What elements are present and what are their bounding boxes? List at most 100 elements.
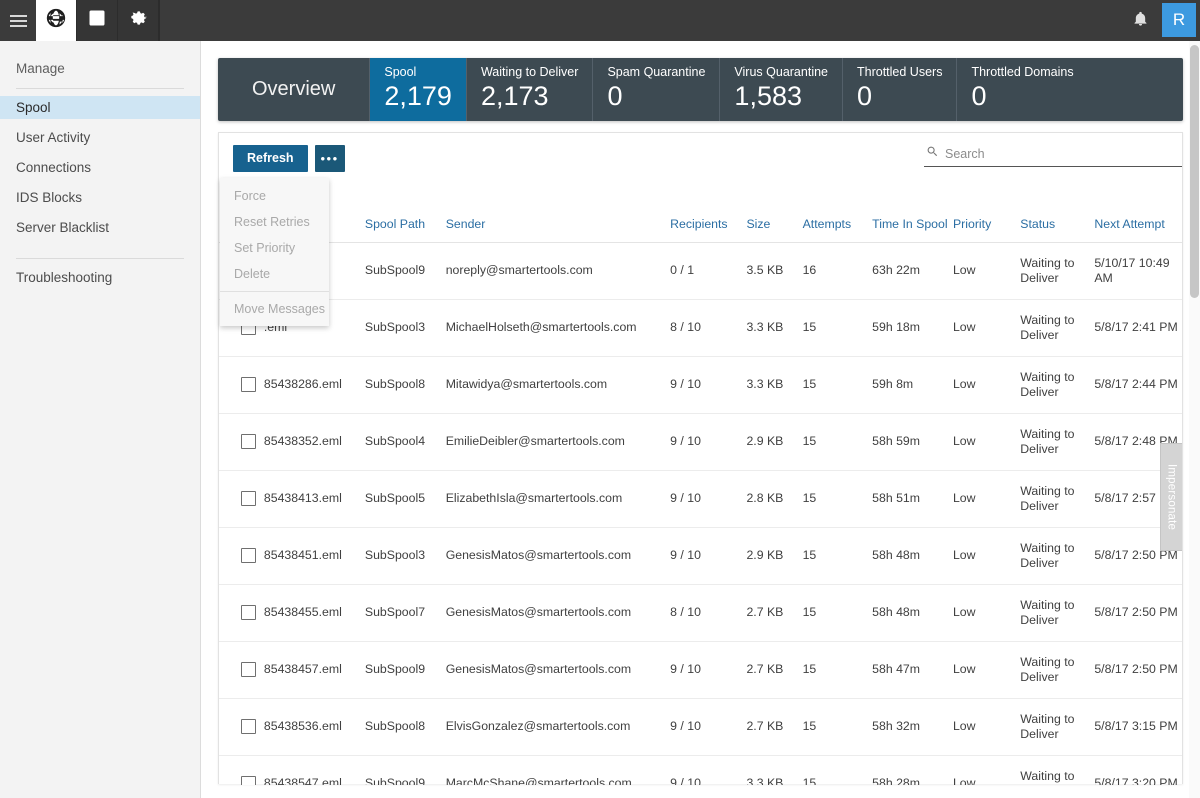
search-box[interactable] [924,145,1182,167]
column-header-recipients[interactable]: Recipients [670,186,747,243]
table-row[interactable]: 85438286.eml SubSpool8 Mitawidya@smarterto… [219,356,1182,414]
cell-size: 3.3 KB [746,755,803,785]
column-header-time-in-spool[interactable]: Time In Spool [872,186,953,243]
column-header-sender[interactable]: Sender [445,186,671,243]
table-row[interactable]: 85438413.eml SubSpool5 ElizabethIsla@smart… [219,470,1182,528]
dropdown-item-set-priority[interactable]: Set Priority [220,235,329,261]
sidebar-divider-top [16,88,184,89]
main-content: Overview Spool 2,179 Waiting to Deliver … [201,41,1200,798]
row-checkbox-cell[interactable] [219,470,264,528]
cell-attempts: 15 [802,641,873,699]
cell-status: Waiting to Deliver [1020,527,1095,585]
row-checkbox-cell[interactable] [219,527,264,585]
row-checkbox[interactable] [241,548,256,563]
row-checkbox[interactable] [241,434,256,449]
cell-status: Waiting to Deliver [1020,584,1095,642]
toolbar: Refresh ••• Force Reset Retries Set Prio… [219,133,1182,326]
table-row[interactable]: .eml SubSpool3 MichaelHolseth@smartertools… [219,299,1182,357]
impersonate-tab[interactable]: Impersonate [1160,443,1182,551]
sidebar-item-server-blacklist[interactable]: Server Blacklist [0,216,200,239]
cell-recipients: 9 / 10 [670,755,747,785]
cell-recipients: 8 / 10 [670,584,747,642]
cell-file-name: 85438457.eml [263,641,365,699]
cell-spool-path: SubSpool8 [364,698,446,756]
stat-card-throttled-domains[interactable]: Throttled Domains 0 [957,58,1087,121]
cell-attempts: 15 [802,698,873,756]
stat-label: Spool [384,65,417,79]
table-row[interactable]: 85438457.eml SubSpool9 GenesisMatos@smarte… [219,641,1182,699]
table-row[interactable]: 85438536.eml SubSpool8 ElvisGonzalez@smart… [219,698,1182,756]
cell-spool-path: SubSpool9 [364,755,446,785]
cell-status: Waiting to Deliver [1020,299,1095,357]
row-checkbox-cell[interactable] [219,698,264,756]
cell-spool-path: SubSpool5 [364,470,446,528]
cell-status: Waiting to Deliver [1020,356,1095,414]
column-header-status[interactable]: Status [1020,186,1095,243]
cell-status: Waiting to Deliver [1020,242,1095,300]
cell-sender: EmilieDeibler@smartertools.com [445,413,671,471]
row-checkbox[interactable] [241,491,256,506]
sidebar-item-spool[interactable]: Spool [0,96,200,119]
column-header-attempts[interactable]: Attempts [802,186,873,243]
cell-attempts: 16 [802,242,873,300]
stat-card-virus-quarantine[interactable]: Virus Quarantine 1,583 [720,58,843,121]
page-scrollbar[interactable] [1189,41,1200,798]
notifications-button[interactable] [1120,0,1160,41]
stat-overview[interactable]: Overview [218,58,371,121]
spool-table-scroll[interactable]: Spool Path Sender Recipients Size Attemp… [219,186,1182,785]
cell-size: 2.7 KB [746,584,803,642]
row-checkbox[interactable] [241,377,256,392]
page-scrollbar-thumb[interactable] [1190,45,1199,298]
cell-time-in-spool: 59h 18m [872,299,953,357]
reports-tab[interactable] [77,0,118,41]
column-header-next-attempt[interactable]: Next Attempt [1094,186,1182,243]
cell-recipients: 9 / 10 [670,413,747,471]
column-header-priority[interactable]: Priority [952,186,1021,243]
sidebar-item-ids-blocks[interactable]: IDS Blocks [0,186,200,209]
dropdown-item-force[interactable]: Force [220,183,329,209]
row-checkbox[interactable] [241,776,256,785]
stat-card-spool[interactable]: Spool 2,179 [370,58,467,121]
row-checkbox-cell[interactable] [219,641,264,699]
row-checkbox-cell[interactable] [219,413,264,471]
domains-tab[interactable] [36,0,77,41]
sidebar-item-troubleshooting[interactable]: Troubleshooting [0,266,200,289]
stat-label: Throttled Users [857,65,943,79]
search-input[interactable] [945,147,1182,161]
cell-attempts: 15 [802,755,873,785]
row-checkbox-cell[interactable] [219,356,264,414]
cell-spool-path: SubSpool9 [364,242,446,300]
sidebar-item-user-activity[interactable]: User Activity [0,126,200,149]
hamburger-menu-icon[interactable] [0,0,36,41]
table-row[interactable]: 85438455.eml SubSpool7 GenesisMatos@smarte… [219,584,1182,642]
stat-card-throttled-users[interactable]: Throttled Users 0 [843,58,958,121]
row-checkbox-cell[interactable] [219,755,264,785]
table-row[interactable]: 85438547.eml SubSpool9 MarcMcShane@smarter… [219,755,1182,785]
settings-tab[interactable] [118,0,159,41]
table-row[interactable]: .emlSubSpool9noreply@smartertools.com0 /… [219,242,1182,300]
table-body: .emlSubSpool9noreply@smartertools.com0 /… [219,242,1182,785]
table-row[interactable]: 85438352.eml SubSpool4 EmilieDeibler@smart… [219,413,1182,471]
sidebar-item-connections[interactable]: Connections [0,156,200,179]
row-checkbox[interactable] [241,662,256,677]
cell-size: 3.3 KB [746,299,803,357]
refresh-button[interactable]: Refresh [233,145,308,172]
cell-file-name: 85438455.eml [263,584,365,642]
table-row[interactable]: 85438451.eml SubSpool3 GenesisMatos@smarte… [219,527,1182,585]
more-actions-button[interactable]: ••• [314,145,345,172]
column-header-size[interactable]: Size [746,186,803,243]
row-checkbox-cell[interactable] [219,584,264,642]
cell-priority: Low [952,470,1021,528]
row-checkbox[interactable] [241,605,256,620]
column-header-spool-path[interactable]: Spool Path [364,186,446,243]
cell-sender: Mitawidya@smartertools.com [445,356,671,414]
stat-card-spam-quarantine[interactable]: Spam Quarantine 0 [593,58,721,121]
user-avatar[interactable]: R [1162,3,1196,37]
dropdown-item-reset-retries[interactable]: Reset Retries [220,209,329,235]
stat-card-waiting-to-deliver[interactable]: Waiting to Deliver 2,173 [467,58,594,121]
cell-attempts: 15 [802,527,873,585]
dropdown-item-move-messages[interactable]: Move Messages [220,296,329,322]
row-checkbox[interactable] [241,719,256,734]
dropdown-item-delete[interactable]: Delete [220,261,329,287]
